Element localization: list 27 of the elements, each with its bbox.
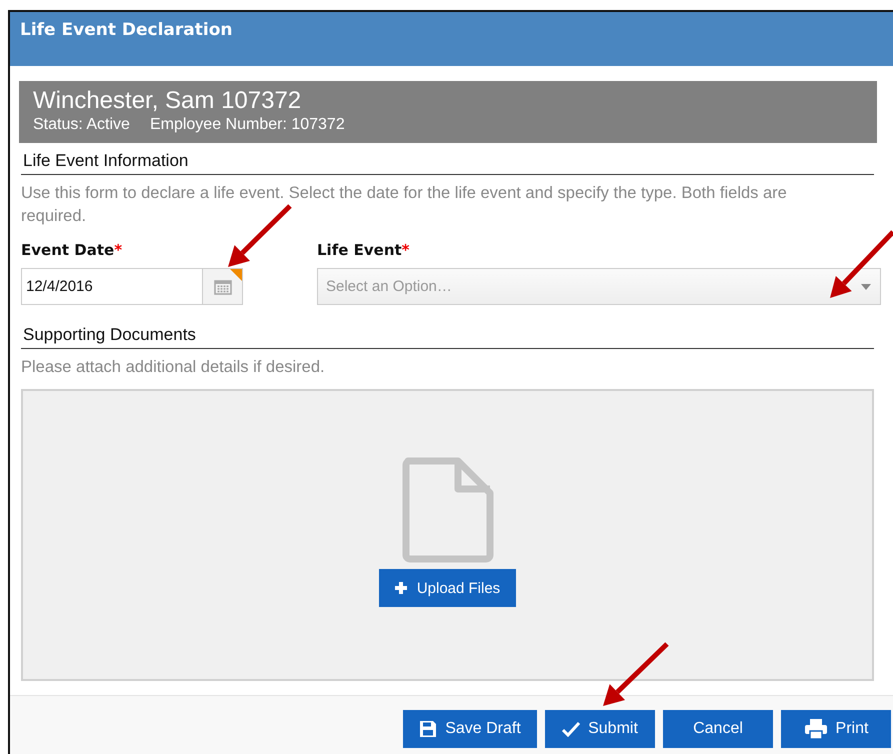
save-button[interactable]: Save Draft [403,710,537,748]
upload-button[interactable]: Upload Files [378,569,516,607]
employee-name: Winchester, Sam 107372 [33,87,302,115]
print-button[interactable]: Print [781,710,891,748]
field-label: Event Date* [21,241,124,259]
field-label: Life Event* [317,241,411,259]
caret-icon [860,282,872,290]
plus-icon [394,582,407,594]
employee-number: Employee Number: 107372 [150,116,345,134]
annotation-arrow [830,230,893,298]
section-heading: Supporting Documents [21,317,874,349]
printer-icon [804,718,828,740]
section-heading: Life Event Information [21,143,874,175]
document-icon [402,457,494,563]
submit-button[interactable]: Submit [545,710,655,748]
cancel-button[interactable]: Cancel [663,710,773,748]
date-field[interactable]: 12/4/2016 [21,268,243,305]
section-description: Please attach additional details if desired. [20,357,326,378]
calendar-icon [214,278,232,294]
corner-marker-icon [230,269,242,281]
checkmark-icon [562,721,580,737]
annotation-arrow [228,204,292,267]
section-description: Use this form to declare a life event. Select the date for the life event and specify the type. Both fields are required. [20,183,788,227]
annotation-arrow [603,642,669,706]
window-title: Life Event Declaration [20,20,234,40]
employee-status: Status: Active [33,116,130,134]
calendar-button[interactable] [202,269,242,304]
